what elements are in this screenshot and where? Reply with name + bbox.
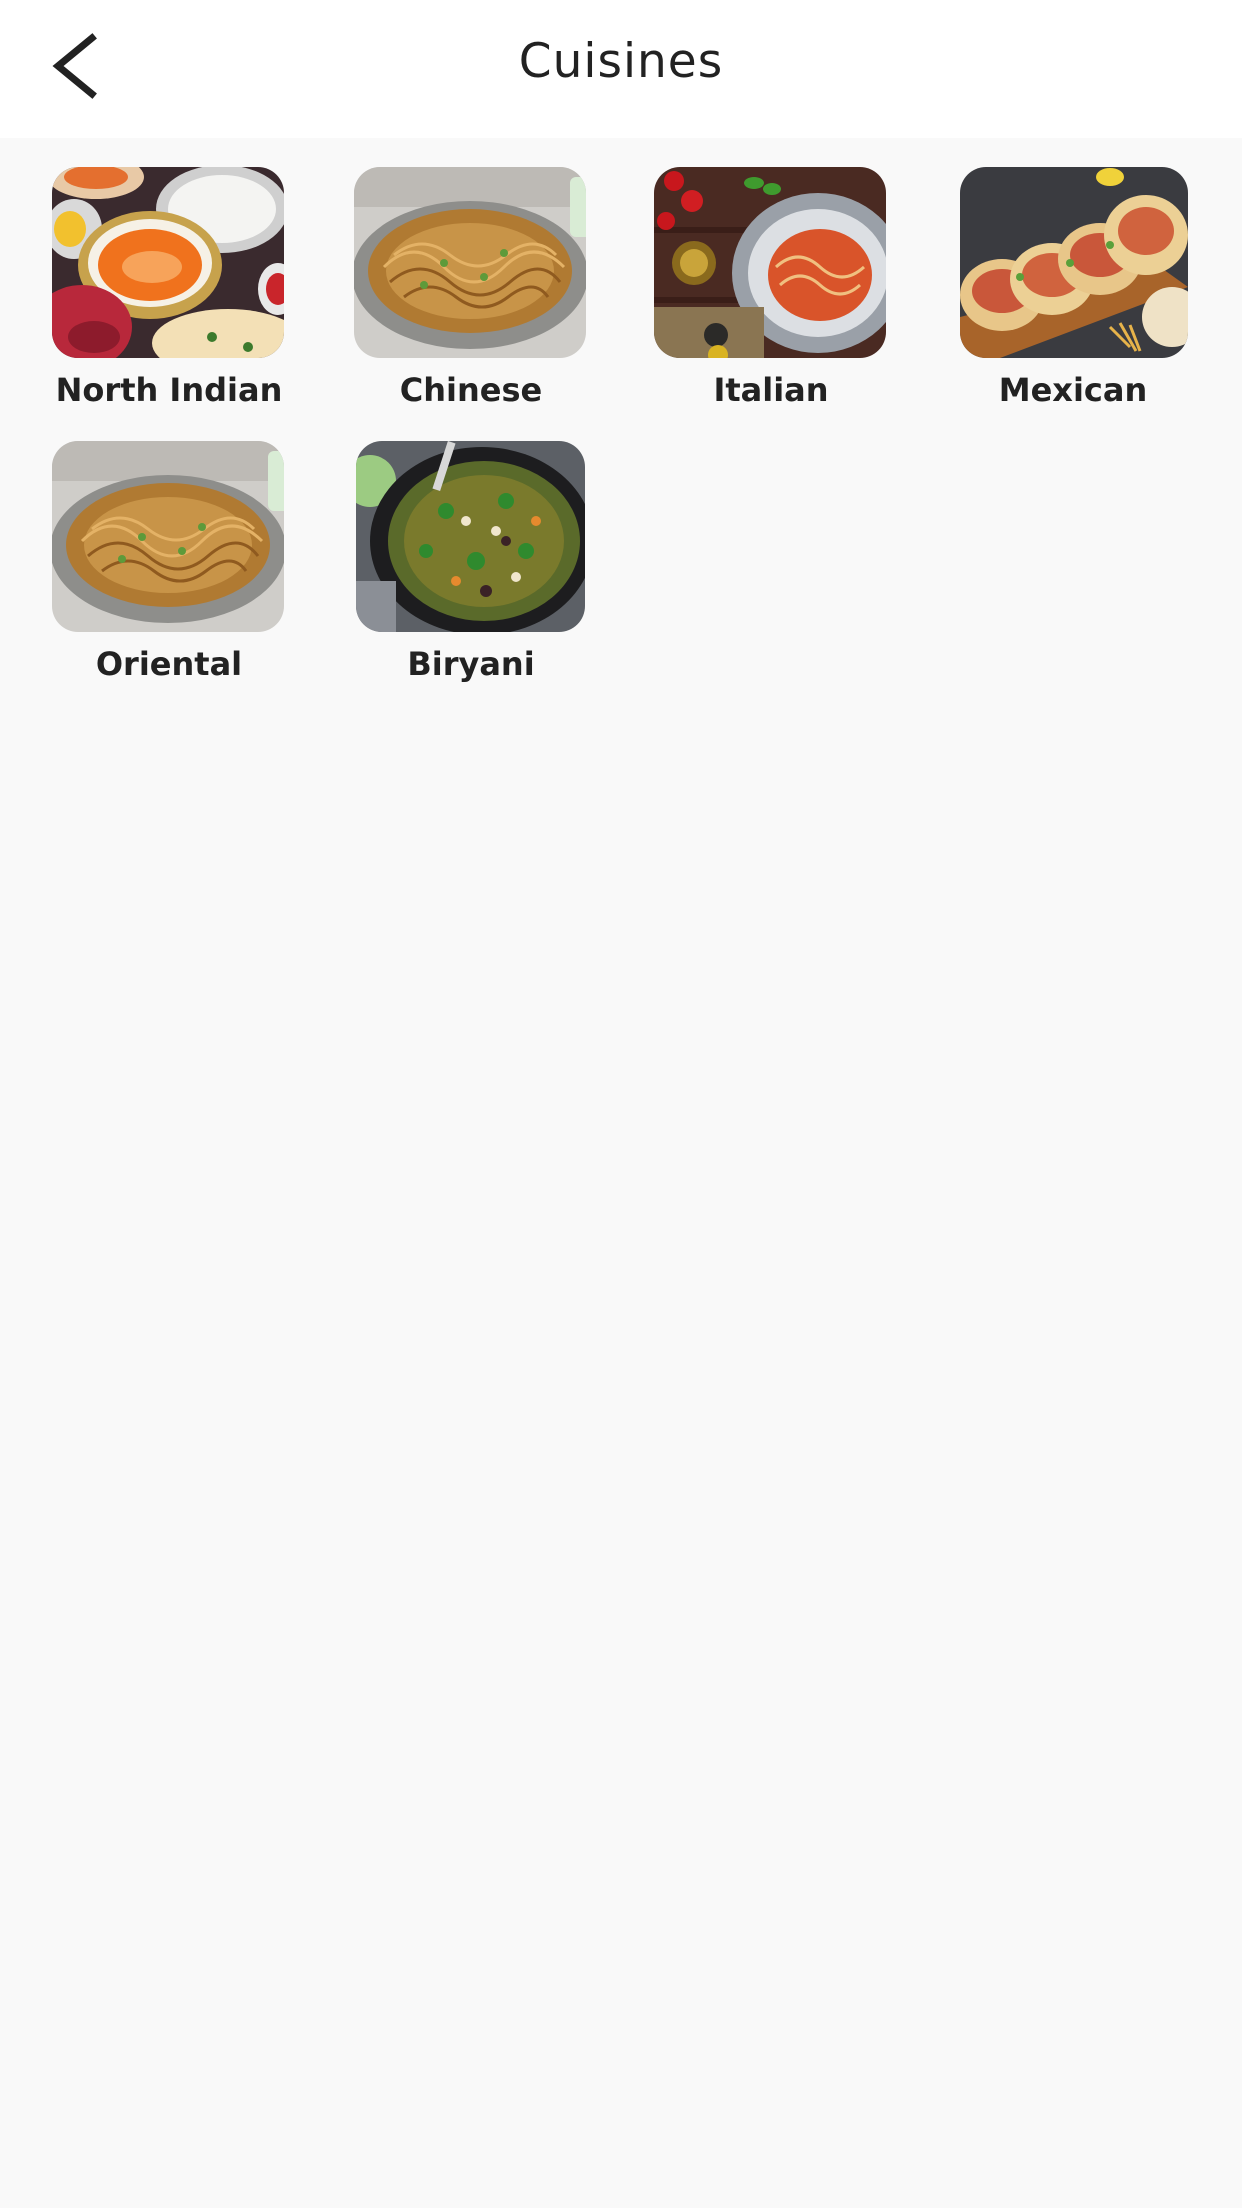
- chinese-image: [354, 167, 586, 358]
- italian-image: [654, 167, 886, 358]
- mexican-image: [960, 167, 1188, 358]
- biryani-image: [356, 441, 585, 632]
- cuisine-tile-italian[interactable]: Italian: [620, 167, 922, 417]
- cuisine-tile-mexican[interactable]: Mexican: [922, 167, 1224, 417]
- north-indian-image: [52, 167, 284, 358]
- cuisine-label: Mexican: [998, 371, 1148, 409]
- cuisine-label: Chinese: [399, 371, 543, 409]
- page-title: Cuisines: [518, 34, 724, 89]
- cuisine-tile-north-indian[interactable]: North Indian: [18, 167, 320, 417]
- cuisine-tile-chinese[interactable]: Chinese: [320, 167, 622, 417]
- cuisine-label: Biryani: [407, 645, 535, 683]
- app-bar: Cuisines: [0, 0, 1242, 138]
- oriental-image: [52, 441, 284, 632]
- cuisine-label: Italian: [713, 371, 829, 409]
- cuisine-tile-biryani[interactable]: Biryani: [320, 441, 622, 691]
- cuisine-label: North Indian: [55, 371, 283, 409]
- cuisine-tile-oriental[interactable]: Oriental: [18, 441, 320, 691]
- cuisine-label: Oriental: [95, 645, 243, 683]
